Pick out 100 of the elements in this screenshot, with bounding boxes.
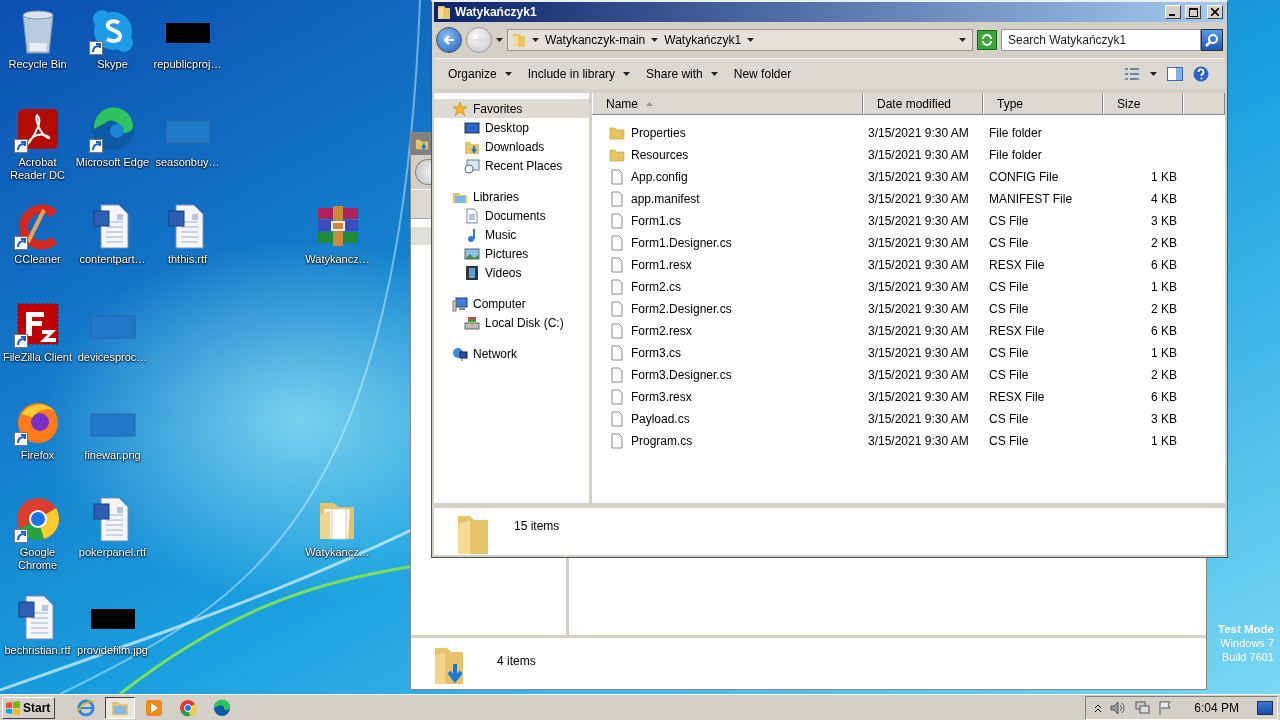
nav-item[interactable]: Videos — [434, 263, 589, 282]
clock[interactable]: 6:04 PM — [1194, 700, 1239, 715]
nav-item[interactable]: Pictures — [434, 244, 589, 263]
minimize-button[interactable] — [1165, 5, 1181, 19]
search-field[interactable]: Search Watykańczyk1 — [1001, 29, 1201, 51]
caret-icon — [710, 72, 718, 76]
file-name[interactable]: Form2.resx — [631, 324, 692, 338]
table-cell-text: CS File — [988, 280, 1030, 294]
icon-label[interactable]: Watykancz… — [305, 253, 370, 267]
table-cell-text: 6 KB — [1150, 324, 1178, 338]
icon-label[interactable]: republicproj… — [153, 58, 222, 71]
file-icon — [609, 323, 625, 339]
file-name[interactable]: app.manifest — [631, 192, 700, 206]
speaker-icon[interactable] — [1110, 700, 1127, 715]
file-name[interactable]: App.config — [631, 170, 688, 184]
column-header[interactable]: Size — [1103, 93, 1183, 115]
table-cell-text: CONFIG File — [988, 170, 1060, 184]
file-icon — [609, 345, 625, 361]
file-name[interactable]: Form1.cs — [631, 214, 681, 228]
nav-item[interactable]: Libraries — [434, 187, 589, 206]
nav-item[interactable]: Computer — [434, 294, 589, 313]
icon-label[interactable]: seasonbuy… — [155, 155, 220, 169]
toolbar-button[interactable]: Include in library — [519, 62, 639, 86]
table-cell-text: 2 KB — [1150, 368, 1178, 382]
file-name[interactable]: Resources — [631, 148, 689, 162]
file-name[interactable]: Program.cs — [631, 434, 693, 448]
table-cell-text: 3/15/2021 9:30 AM — [867, 126, 970, 140]
file-name[interactable]: Payload.cs — [631, 412, 690, 426]
toolbar-button[interactable]: New folder — [725, 62, 800, 86]
close-button[interactable] — [1207, 5, 1223, 19]
icon-label[interactable]: Firefox — [20, 448, 55, 462]
icon-label[interactable]: Skype — [97, 58, 128, 71]
icon-label[interactable]: contentpart… — [79, 253, 146, 267]
dropdown-arrow-icon — [959, 38, 966, 42]
nav-item[interactable]: Documents — [434, 206, 589, 225]
nav-item[interactable]: Local Disk (C:) — [434, 313, 589, 332]
icon-label[interactable]: Google Chrome — [0, 546, 75, 573]
table-cell-text: 3 KB — [1150, 214, 1178, 228]
column-header[interactable]: Type — [983, 93, 1103, 115]
file-name[interactable]: Form1.resx — [631, 258, 692, 272]
file-name[interactable]: Form3.cs — [631, 346, 681, 360]
caret-icon — [1150, 72, 1157, 76]
toolbar-button[interactable]: Organize — [440, 62, 520, 86]
address-bar[interactable]: Watykanczyk-main Watykańczyk1 — [507, 29, 973, 51]
icon-label[interactable]: Microsoft Edge — [75, 155, 150, 169]
maximize-button[interactable] — [1185, 5, 1201, 19]
preview-pane-icon[interactable] — [1167, 67, 1183, 81]
icon-label[interactable]: FileZilla Client — [2, 351, 73, 365]
arrow-right-icon — [473, 34, 485, 46]
caret-icon — [504, 72, 512, 76]
nav-item[interactable]: Favorites — [434, 99, 589, 118]
help-icon[interactable] — [1193, 66, 1209, 82]
table-cell-text: CS File — [988, 236, 1030, 250]
search-button[interactable] — [1201, 29, 1223, 51]
toolbar-button[interactable]: Share with — [638, 62, 726, 86]
browser-icon — [179, 698, 198, 717]
breadcrumb-item[interactable]: Watykanczyk-main — [545, 33, 646, 47]
file-name[interactable]: Form1.Designer.cs — [631, 236, 732, 250]
file-name[interactable]: Properties — [631, 126, 686, 140]
start-button[interactable]: Start — [2, 696, 56, 719]
table-cell-text: 3/15/2021 9:30 AM — [867, 390, 970, 404]
show-desktop-button[interactable] — [1257, 700, 1273, 715]
file-name[interactable]: Form3.resx — [631, 390, 692, 404]
icon-label[interactable]: devicesproc… — [77, 351, 148, 365]
maximize-icon — [1188, 7, 1198, 17]
table-cell-text: 3/15/2021 9:30 AM — [867, 170, 970, 184]
column-header[interactable]: Date modified — [863, 93, 983, 115]
table-cell-text: 3/15/2021 9:30 AM — [867, 258, 970, 272]
nav-item[interactable]: Desktop — [434, 118, 589, 137]
file-icon — [609, 301, 625, 317]
table-cell-text: 4 KB — [1150, 192, 1178, 206]
icon-label[interactable]: Recycle Bin — [8, 58, 67, 71]
network-icon[interactable] — [1134, 700, 1151, 715]
file-icon — [609, 213, 625, 229]
history-dropdown-icon — [496, 38, 503, 42]
show-hidden-icons-icon[interactable] — [1094, 702, 1103, 713]
file-icon — [609, 169, 625, 185]
nav-item[interactable]: Downloads — [434, 137, 589, 156]
nav-item[interactable]: Recent Places — [434, 156, 589, 175]
icon-label[interactable]: Acrobat Reader DC — [0, 155, 75, 182]
computer-icon — [452, 295, 468, 312]
file-name[interactable]: Form2.cs — [631, 280, 681, 294]
watermark-text: Windows 7 — [1220, 636, 1274, 650]
file-name[interactable]: Form2.Designer.cs — [631, 302, 732, 316]
table-cell-text: 3/15/2021 9:30 AM — [867, 302, 970, 316]
view-options-icon[interactable] — [1124, 67, 1140, 81]
refresh-button[interactable] — [977, 30, 997, 50]
nav-item[interactable]: Network — [434, 344, 589, 363]
watermark-text: Build 7601 — [1222, 650, 1274, 664]
taskbar-app-button[interactable] — [105, 696, 136, 719]
icon-label[interactable]: ththis.rtf — [167, 253, 208, 267]
file-name[interactable]: Form3.Designer.cs — [631, 368, 732, 382]
back-button[interactable] — [415, 159, 431, 185]
back-button[interactable] — [436, 27, 462, 53]
column-header[interactable]: Name — [592, 93, 863, 115]
icon-label[interactable]: CCleaner — [14, 253, 61, 267]
table-cell-text: 2 KB — [1150, 302, 1178, 316]
table-cell-text: 2 KB — [1150, 236, 1178, 250]
nav-item[interactable]: Music — [434, 225, 589, 244]
breadcrumb-item[interactable]: Watykańczyk1 — [664, 33, 742, 47]
